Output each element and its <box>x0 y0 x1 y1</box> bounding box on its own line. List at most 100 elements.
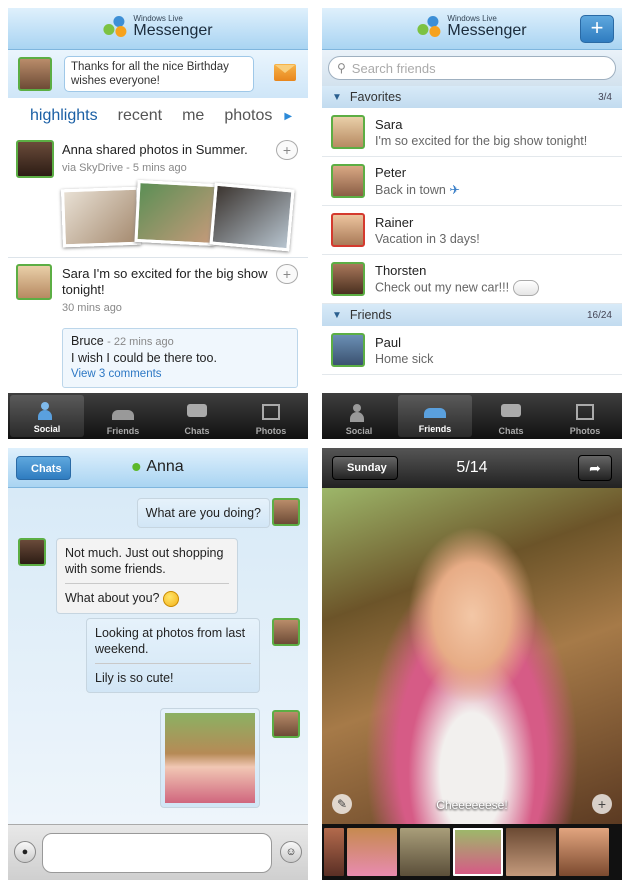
feed-meta: 30 mins ago <box>62 302 122 314</box>
comment-author[interactable]: Bruce <box>71 334 104 348</box>
my-status-bar[interactable]: Thanks for all the nice Birthday wishes … <box>8 50 308 98</box>
feed-meta: via SkyDrive - 5 mins ago <box>62 162 187 174</box>
photo-thumbnail[interactable] <box>134 179 218 247</box>
friends-screen: Windows Live Messenger + ⚲ Search friends … <box>322 8 622 439</box>
comment-bubble[interactable]: Bruce - 22 mins ago I wish I could be th… <box>62 328 298 388</box>
my-avatar[interactable] <box>18 57 52 91</box>
film-thumbnail[interactable] <box>324 828 344 876</box>
tab-friends[interactable]: Friends <box>398 395 472 437</box>
feed-album[interactable]: Summer. <box>196 142 248 157</box>
envelope-icon[interactable] <box>274 64 296 81</box>
photo-thumbnail[interactable] <box>209 182 295 252</box>
search-icon: ⚲ <box>337 61 346 75</box>
pivot-next-arrow-icon[interactable]: ▶ <box>284 111 292 122</box>
contact-avatar <box>331 333 365 367</box>
friends-icon <box>424 400 446 420</box>
contact-avatar <box>331 164 365 198</box>
group-count: 16/24 <box>586 309 612 321</box>
contact-row[interactable]: Paul Home sick <box>322 326 622 375</box>
film-thumbnail[interactable] <box>347 828 397 876</box>
pivot-recent[interactable]: recent <box>118 107 162 125</box>
contact-status: Home sick <box>375 351 434 366</box>
anna-avatar[interactable] <box>16 140 54 178</box>
message-input[interactable] <box>42 833 272 873</box>
group-count: 3/4 <box>598 91 612 103</box>
photo-header: Sunday 5/14 ➦ <box>322 448 622 488</box>
tab-photos[interactable]: Photos <box>234 393 308 439</box>
chats-back-button[interactable]: Chats <box>16 456 71 480</box>
photo-stack[interactable] <box>61 179 302 252</box>
feed-item: Anna shared photos in Summer. via SkyDri… <box>8 134 308 258</box>
photo-viewer-screen: Sunday 5/14 ➦ ✎ Cheeeeeese! + <box>322 448 622 880</box>
chat-contact-name: Anna <box>146 458 184 475</box>
group-header-friends[interactable]: ▼ Friends 16/24 <box>322 304 622 326</box>
comment-time: - 22 mins ago <box>107 336 174 348</box>
contact-avatar <box>331 213 365 247</box>
main-photo[interactable] <box>322 488 622 824</box>
photo-message[interactable] <box>160 708 260 808</box>
contact-row[interactable]: Sara I'm so excited for the big show toni… <box>322 108 622 157</box>
photo-thumbnail[interactable] <box>61 186 141 248</box>
tab-chats[interactable]: Chats <box>160 393 234 439</box>
contact-name: Rainer <box>375 214 414 230</box>
contact-name: Paul <box>375 334 402 350</box>
photo-attachment-icon[interactable] <box>512 279 539 296</box>
add-comment-icon[interactable]: + <box>276 140 298 160</box>
contact-row[interactable]: Thorsten Check out my new car!!! <box>322 255 622 304</box>
social-icon <box>348 402 370 422</box>
tab-social[interactable]: Social <box>322 393 396 439</box>
view-comments-link[interactable]: View 3 comments <box>71 366 289 382</box>
photo-counter: 5/14 <box>456 459 488 476</box>
contact-name: Thorsten <box>375 262 427 278</box>
film-thumbnail[interactable] <box>559 828 609 876</box>
chat-header: Chats Anna <box>8 448 308 488</box>
contact-name: Peter <box>375 165 407 180</box>
social-icon <box>36 400 58 420</box>
album-back-button[interactable]: Sunday <box>332 456 398 480</box>
feed-item: Sara I'm so excited for the big show ton… <box>8 258 308 398</box>
search-input[interactable]: ⚲ Search friends <box>328 56 616 80</box>
add-comment-icon[interactable]: + <box>276 264 298 284</box>
share-icon[interactable]: ➦ <box>578 455 612 481</box>
message-out: Looking at photos from last weekend. Lil… <box>86 618 260 693</box>
chat-bubble-icon <box>500 402 522 422</box>
contact-status: I'm so excited for the big show tonight! <box>375 133 588 148</box>
search-bar: ⚲ Search friends <box>322 50 622 86</box>
add-comment-icon[interactable]: + <box>592 794 612 814</box>
status-message[interactable]: Thanks for all the nice Birthday wishes … <box>64 56 254 92</box>
film-thumbnail-selected[interactable] <box>453 828 503 876</box>
emoticon-icon[interactable]: ☺ <box>280 841 302 863</box>
film-thumbnail[interactable] <box>506 828 556 876</box>
add-friend-button[interactable]: + <box>580 15 614 43</box>
photos-icon <box>260 402 282 422</box>
message-list[interactable]: What are you doing? Not much. Just out s… <box>8 488 308 824</box>
app-header: Windows Live Messenger + <box>322 8 622 50</box>
tab-chats[interactable]: Chats <box>474 393 548 439</box>
shared-photo[interactable] <box>165 713 255 803</box>
app-header: Windows Live Messenger <box>8 8 308 50</box>
tab-bar: Social Friends Chats Photos <box>322 393 622 439</box>
feed-name[interactable]: Sara <box>62 266 89 281</box>
contact-row[interactable]: Peter Back in town ✈ <box>322 157 622 206</box>
buddies-icon <box>103 16 127 38</box>
anna-avatar <box>18 538 46 566</box>
feed-text: I'm so excited for the big show tonight! <box>62 266 268 297</box>
tab-bar: Social Friends Chats Photos <box>8 393 308 439</box>
tab-photos[interactable]: Photos <box>548 393 622 439</box>
tab-social[interactable]: Social <box>10 395 84 437</box>
contact-name: Sara <box>375 116 403 132</box>
photos-icon <box>574 402 596 422</box>
tab-friends[interactable]: Friends <box>86 393 160 439</box>
sara-avatar[interactable] <box>16 264 52 300</box>
my-avatar <box>272 618 300 646</box>
film-thumbnail[interactable] <box>400 828 450 876</box>
pivot-me[interactable]: me <box>182 107 204 125</box>
group-header-favorites[interactable]: ▼ Favorites 3/4 <box>322 86 622 108</box>
feed-name[interactable]: Anna <box>62 142 92 157</box>
pivot-photos[interactable]: photos <box>224 107 272 125</box>
camera-icon[interactable]: ● <box>14 841 36 863</box>
contact-avatar <box>331 115 365 149</box>
pivot-highlights[interactable]: highlights <box>30 107 98 125</box>
contact-row[interactable]: Rainer Vacation in 3 days! <box>322 206 622 255</box>
my-avatar <box>272 498 300 526</box>
